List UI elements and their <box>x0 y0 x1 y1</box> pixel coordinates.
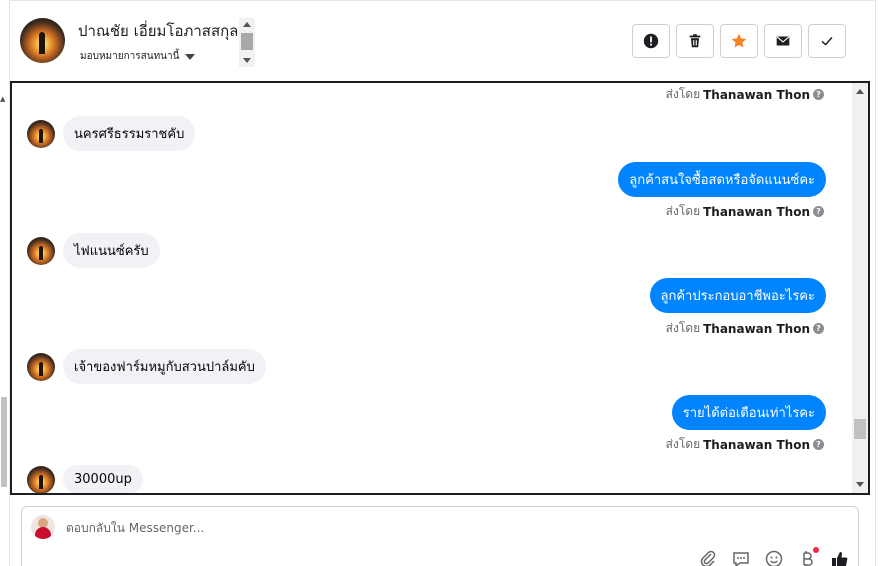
scrollbar-thumb[interactable] <box>241 33 253 50</box>
scrollbar-thumb[interactable] <box>854 419 866 439</box>
caret-down-icon <box>185 53 196 60</box>
star-button[interactable] <box>720 24 758 58</box>
assign-conversation-dropdown[interactable]: มอบหมายการสนทนานี้ <box>80 49 196 64</box>
customer-avatar[interactable] <box>20 18 65 63</box>
message-thread[interactable]: ส่งโดย Thanawan Thon ? นครศรีธรรมราชคับ … <box>10 81 870 495</box>
scroll-up-icon[interactable] <box>856 89 864 94</box>
delete-button[interactable] <box>676 24 714 58</box>
name-scrollbar[interactable] <box>239 18 255 67</box>
saved-replies-icon[interactable] <box>731 549 751 566</box>
right-panel-edge <box>875 0 881 566</box>
sent-by-label: ส่งโดย Thanawan Thon ? <box>666 319 824 338</box>
scroll-down-icon[interactable] <box>243 58 251 63</box>
outgoing-message[interactable]: รายได้ต่อเดือนเท่าไรคะ <box>671 395 826 430</box>
mark-spam-button[interactable] <box>632 24 670 58</box>
outgoing-message[interactable]: ลูกค้าประกอบอาชีพอะไรคะ <box>649 278 826 313</box>
message-bubble[interactable]: นครศรีธรรมราชคับ <box>63 116 196 151</box>
sent-by-label: ส่งโดย Thanawan Thon ? <box>666 202 824 221</box>
incoming-message: 30000up <box>27 465 143 493</box>
message-bubble[interactable]: 30000up <box>63 465 143 493</box>
mark-done-button[interactable] <box>808 24 846 58</box>
sent-by-prefix: ส่งโดย <box>665 87 701 101</box>
star-icon <box>731 33 747 48</box>
help-icon[interactable]: ? <box>813 89 824 100</box>
message-bubble[interactable]: เจ้าของฟาร์มหมูกับสวนปาล์มคับ <box>63 349 266 384</box>
incoming-message: ไฟแนนซ์ครับ <box>27 233 160 268</box>
reply-input[interactable] <box>66 518 666 538</box>
agent-name: Thanawan Thon <box>703 437 810 452</box>
sent-by-label: ส่งโดย Thanawan Thon ? <box>666 435 824 454</box>
incoming-message: นครศรีธรรมราชคับ <box>27 116 196 151</box>
envelope-icon <box>776 36 790 46</box>
conversation-header: ปาณชัย เอี่ยมโอภาสสกุล มอบหมายการสนทนานี… <box>10 0 875 80</box>
sent-by-prefix: ส่งโดย <box>665 321 701 335</box>
reply-composer <box>21 506 859 566</box>
notification-dot <box>813 547 819 553</box>
agent-name: Thanawan Thon <box>703 204 810 219</box>
attachment-icon[interactable] <box>698 549 718 566</box>
composer-toolbar <box>698 549 850 566</box>
thread-scrollbar[interactable] <box>852 83 868 493</box>
customer-avatar-small[interactable] <box>27 119 55 148</box>
scroll-up-icon[interactable] <box>243 22 251 27</box>
customer-avatar-small[interactable] <box>27 465 55 493</box>
left-scroll-up-icon[interactable]: ▲ <box>0 95 5 103</box>
help-icon[interactable]: ? <box>813 439 824 450</box>
customer-avatar-small[interactable] <box>27 352 55 381</box>
agent-name: Thanawan Thon <box>703 321 810 336</box>
help-icon[interactable]: ? <box>813 206 824 217</box>
help-icon[interactable]: ? <box>813 323 824 334</box>
alert-icon <box>643 33 659 49</box>
outgoing-message[interactable]: ลูกค้าสนใจซื้อสดหรือจัดแนนซ์คะ <box>618 162 826 197</box>
assign-label: มอบหมายการสนทนานี้ <box>80 51 180 62</box>
customer-name[interactable]: ปาณชัย เอี่ยมโอภาสสกุล <box>78 19 238 43</box>
check-icon <box>821 36 833 46</box>
conversation-actions <box>632 24 846 58</box>
left-panel-edge: ▲ <box>0 0 10 566</box>
incoming-message: เจ้าของฟาร์มหมูกับสวนปาล์มคับ <box>27 349 266 384</box>
customer-avatar-small[interactable] <box>27 236 55 265</box>
mark-unread-button[interactable] <box>764 24 802 58</box>
sent-by-prefix: ส่งโดย <box>665 204 701 218</box>
left-scrollbar-thumb[interactable] <box>1 397 7 487</box>
agent-avatar <box>31 515 55 539</box>
scroll-down-icon[interactable] <box>856 482 864 487</box>
message-bubble[interactable]: ไฟแนนซ์ครับ <box>63 233 160 268</box>
sent-by-prefix: ส่งโดย <box>665 437 701 451</box>
like-icon[interactable] <box>830 549 850 566</box>
agent-name: Thanawan Thon <box>703 87 810 102</box>
sent-by-label: ส่งโดย Thanawan Thon ? <box>666 85 824 104</box>
emoji-icon[interactable] <box>764 549 784 566</box>
trash-icon <box>689 34 701 48</box>
